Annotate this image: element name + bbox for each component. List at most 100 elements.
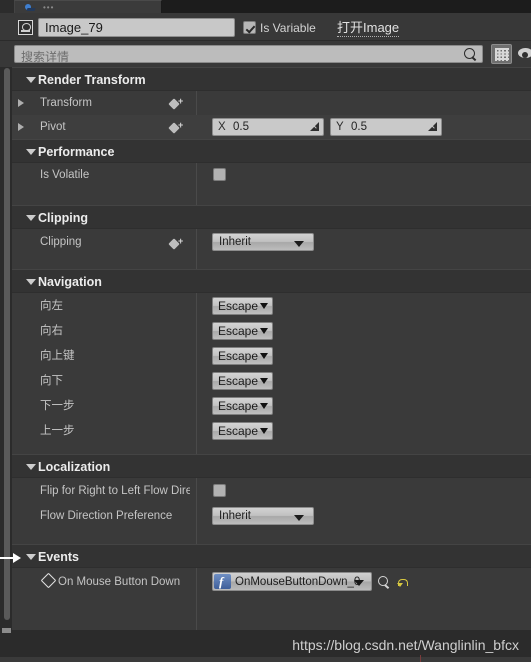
event-binding-combo[interactable]: f OnMouseButtonDown_0 <box>212 572 372 591</box>
visibility-button[interactable] <box>518 46 531 61</box>
chevron-right-icon[interactable] <box>18 123 24 131</box>
chevron-down-icon <box>294 515 304 521</box>
category-render-transform[interactable]: Render Transform <box>12 67 531 91</box>
search-row: 搜索详情 <box>0 41 531 67</box>
function-icon-glyph: f <box>219 574 224 589</box>
widget-name-input[interactable] <box>38 18 235 37</box>
axis-value: 0.5 <box>233 121 249 133</box>
pivot-y-field[interactable]: Y 0.5 <box>330 118 442 136</box>
chevron-down-icon <box>26 149 36 155</box>
row-nav-next[interactable]: 下一步 Escape <box>12 393 531 418</box>
nav-left-combo[interactable]: Escape <box>212 297 274 315</box>
chevron-down-icon <box>260 378 269 384</box>
spacer-row <box>12 443 531 454</box>
chevron-down-icon <box>260 353 269 359</box>
row-label: Transform <box>40 97 92 109</box>
annotation-arrow <box>0 553 22 563</box>
eye-pupil <box>522 52 528 58</box>
eye-icon <box>518 48 531 58</box>
search-input[interactable]: 搜索详情 <box>14 45 483 64</box>
drag-handle-icon[interactable] <box>428 122 437 131</box>
category-title: Localization <box>38 460 111 474</box>
scrollbar-end-nub <box>2 628 11 633</box>
tab-blueprint-icon <box>24 3 36 12</box>
combo-value: Escape <box>218 423 259 438</box>
property-list: Render Transform Transform + Pivot + X 0… <box>12 67 531 630</box>
search-placeholder: 搜索详情 <box>21 50 70 64</box>
clipping-combo[interactable]: Inherit <box>212 233 314 251</box>
tab-label: ••• <box>43 3 55 12</box>
widget-image-icon <box>18 20 33 35</box>
row-label: 下一步 <box>40 400 75 412</box>
spacer-row <box>12 528 531 544</box>
tab-strip-left-pad <box>0 0 14 13</box>
chevron-down-icon <box>294 241 304 247</box>
bind-property-icon[interactable]: + <box>168 97 184 110</box>
row-nav-down[interactable]: 向下 Escape <box>12 368 531 393</box>
row-pivot[interactable]: Pivot + X 0.5 Y 0.5 <box>12 115 531 139</box>
row-is-volatile[interactable]: Is Volatile <box>12 163 531 187</box>
chevron-down-icon <box>354 580 364 586</box>
watermark-text: https://blog.csdn.net/Wanglinlin_bfcx <box>292 637 519 653</box>
row-nav-up[interactable]: 向上键 Escape <box>12 343 531 368</box>
pivot-x-field[interactable]: X 0.5 <box>212 118 324 136</box>
spacer-row <box>12 187 531 205</box>
chevron-down-icon <box>260 403 269 409</box>
is-variable-checkbox[interactable] <box>243 21 256 34</box>
category-title: Clipping <box>38 211 88 225</box>
row-label: Flow Direction Preference <box>40 510 173 522</box>
footer-tick-mark <box>420 655 421 662</box>
spacer-row <box>12 255 531 269</box>
category-events[interactable]: Events <box>12 544 531 568</box>
nav-previous-combo[interactable]: Escape <box>212 422 274 440</box>
row-label: 向右 <box>40 325 63 337</box>
category-title: Events <box>38 550 79 564</box>
row-flip-rtl[interactable]: Flip for Right to Left Flow Directio <box>12 478 531 502</box>
nav-down-combo[interactable]: Escape <box>212 372 274 390</box>
open-image-link[interactable]: 打开Image <box>337 20 400 37</box>
row-on-mouse-button-down[interactable]: On Mouse Button Down f OnMouseButtonDown… <box>12 568 531 594</box>
row-nav-left[interactable]: 向左 Escape <box>12 293 531 318</box>
category-title: Performance <box>38 145 115 159</box>
grid-view-icon <box>495 48 509 61</box>
row-transform[interactable]: Transform + <box>12 91 531 115</box>
flip-rtl-checkbox[interactable] <box>213 484 226 497</box>
row-clipping[interactable]: Clipping + Inherit <box>12 229 531 255</box>
category-performance[interactable]: Performance <box>12 139 531 163</box>
nav-next-combo[interactable]: Escape <box>212 397 274 415</box>
tab-strip: ••• <box>0 0 531 13</box>
vertical-scrollbar[interactable] <box>4 68 10 620</box>
combo-value: Escape <box>218 323 259 338</box>
axis-label: X <box>218 121 226 133</box>
browse-event-icon[interactable] <box>378 576 391 589</box>
drag-handle-icon[interactable] <box>310 122 319 131</box>
nav-right-combo[interactable]: Escape <box>212 322 274 340</box>
combo-value: Escape <box>218 398 259 413</box>
chevron-down-icon <box>26 554 36 560</box>
bind-property-icon[interactable]: + <box>168 121 184 134</box>
grid-view-button[interactable] <box>491 44 512 64</box>
reset-arrow-icon[interactable] <box>397 576 408 588</box>
chevron-down-icon <box>260 428 269 434</box>
chevron-right-icon[interactable] <box>18 99 24 107</box>
chevron-down-icon <box>26 77 36 83</box>
tab-active[interactable]: ••• <box>14 0 162 13</box>
axis-value: 0.5 <box>351 121 367 133</box>
row-nav-previous[interactable]: 上一步 Escape <box>12 418 531 443</box>
category-navigation[interactable]: Navigation <box>12 269 531 293</box>
category-title: Navigation <box>38 275 102 289</box>
chevron-down-icon <box>26 215 36 221</box>
flow-direction-combo[interactable]: Inherit <box>212 507 314 525</box>
category-clipping[interactable]: Clipping <box>12 205 531 229</box>
row-flow-direction[interactable]: Flow Direction Preference Inherit <box>12 502 531 528</box>
function-icon: f <box>214 574 231 589</box>
combo-value: Escape <box>218 348 259 363</box>
bind-property-icon[interactable]: + <box>168 237 184 250</box>
row-label: 向上键 <box>40 350 75 362</box>
category-localization[interactable]: Localization <box>12 454 531 478</box>
row-label: Flip for Right to Left Flow Directio <box>40 485 190 497</box>
nav-up-combo[interactable]: Escape <box>212 347 274 365</box>
row-nav-right[interactable]: 向右 Escape <box>12 318 531 343</box>
axis-label: Y <box>336 121 344 133</box>
is-volatile-checkbox[interactable] <box>213 168 226 181</box>
